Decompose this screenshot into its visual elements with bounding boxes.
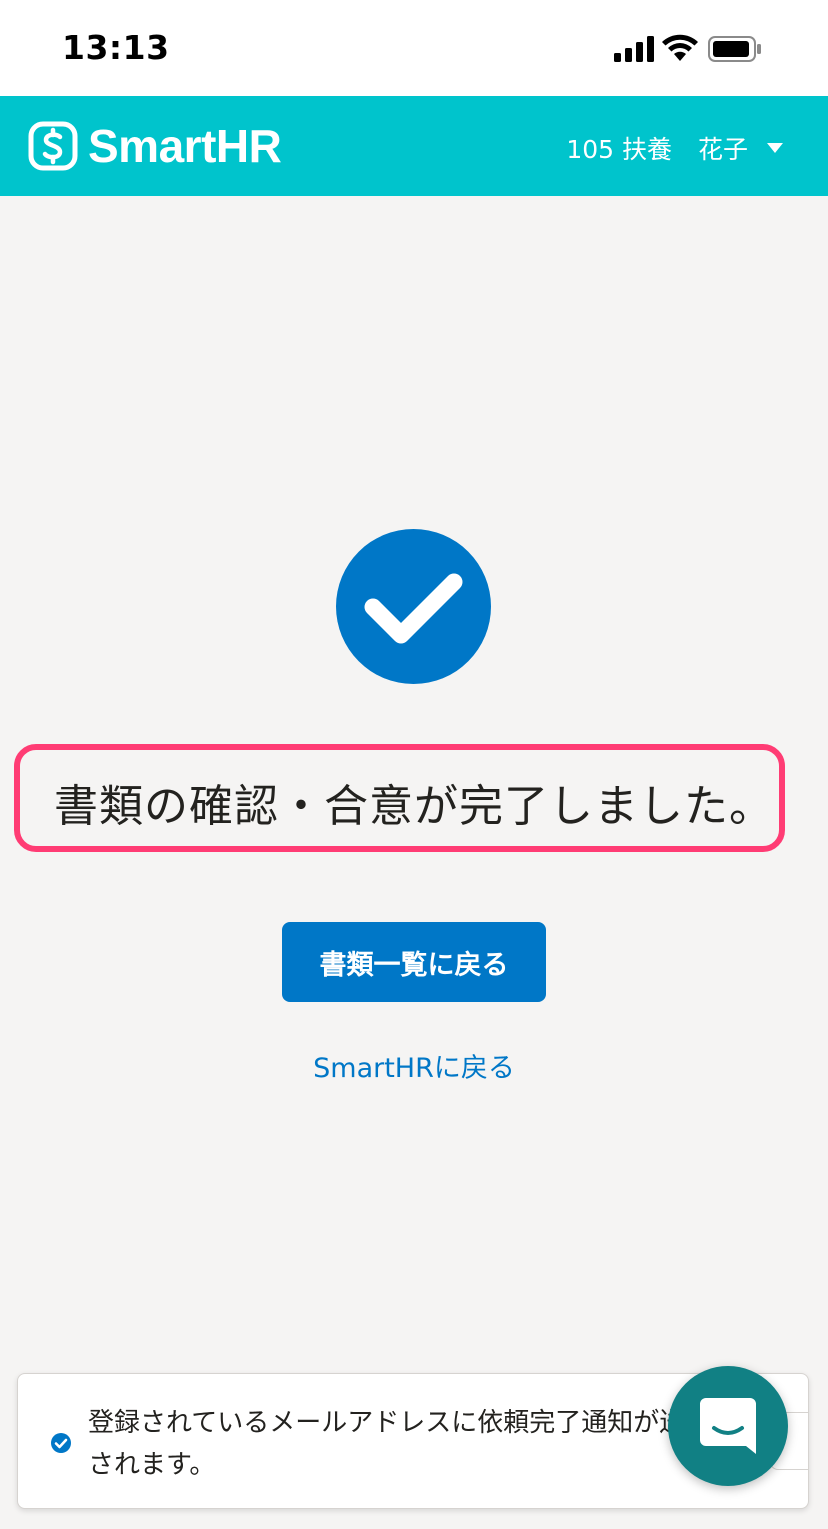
wifi-icon	[662, 34, 698, 61]
chat-button[interactable]	[668, 1366, 788, 1486]
app-header: SmartHR 105 扶養 花子	[0, 96, 828, 196]
signal-icon	[614, 36, 654, 62]
status-time: 13:13	[62, 28, 170, 67]
back-to-smarthr-link[interactable]: SmartHRに戻る	[0, 1046, 828, 1085]
completion-message: 書類の確認・合意が完了しました。	[54, 781, 774, 832]
battery-icon	[708, 36, 761, 62]
caret-down-icon	[767, 143, 783, 153]
user-menu[interactable]: 105 扶養 花子	[566, 130, 784, 166]
smarthr-logo-icon	[28, 121, 78, 171]
status-bar: 13:13	[0, 0, 828, 96]
check-circle-icon	[336, 529, 491, 684]
check-circle-small-icon	[51, 1433, 71, 1453]
back-to-documents-button[interactable]: 書類一覧に戻る	[282, 922, 546, 1002]
chat-icon	[700, 1398, 756, 1454]
notification-text: 登録されているメールアドレスに依頼完了通知が送信されます。	[88, 1408, 712, 1480]
user-name: 花子	[697, 135, 748, 164]
smarthr-logo[interactable]: SmartHR	[28, 120, 282, 172]
user-company: 105 扶養	[566, 135, 672, 164]
logo-text: SmartHR	[88, 120, 282, 172]
